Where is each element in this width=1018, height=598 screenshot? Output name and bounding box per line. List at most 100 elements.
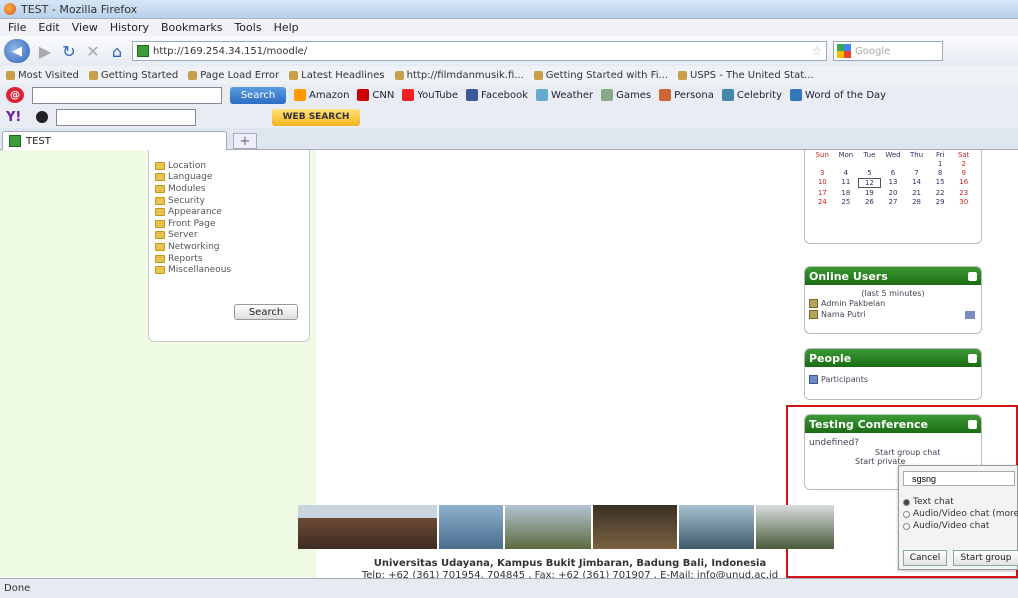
menu-edit[interactable]: Edit — [38, 21, 59, 34]
back-button[interactable]: ◀ — [4, 39, 30, 63]
menu-bookmarks[interactable]: Bookmarks — [161, 21, 222, 34]
calendar-date[interactable]: 29 — [929, 198, 952, 206]
calendar-date[interactable]: 28 — [905, 198, 928, 206]
reload-button[interactable]: ↻ — [60, 42, 78, 61]
message-icon[interactable] — [965, 310, 975, 319]
bookmark-item[interactable]: Page Load Error — [188, 70, 279, 81]
admin-item-networking[interactable]: Networking — [155, 241, 231, 253]
menu-help[interactable]: Help — [274, 21, 299, 34]
calendar-date[interactable]: 20 — [882, 189, 905, 197]
yahoo-logo-icon: Y! — [6, 110, 22, 125]
calendar-date[interactable]: 21 — [905, 189, 928, 197]
forward-button[interactable]: ▶ — [36, 42, 54, 61]
user-row[interactable]: Admin Pakbelan — [805, 298, 981, 309]
toolbar-item-games[interactable]: Games — [601, 89, 651, 101]
calendar-date[interactable]: 26 — [858, 198, 881, 206]
toolbar-item-word-of-day[interactable]: Word of the Day — [790, 89, 886, 101]
toolbar-item-amazon[interactable]: Amazon — [294, 89, 349, 101]
toolbar-item-facebook[interactable]: Facebook — [466, 89, 528, 101]
bookmark-star-icon[interactable]: ☆ — [811, 44, 822, 58]
calendar-date[interactable]: 3 — [811, 169, 834, 177]
bookmark-item[interactable]: Getting Started with Fi... — [533, 70, 668, 81]
calendar-day-header: Sun — [815, 151, 829, 159]
calendar-date[interactable]: 15 — [929, 178, 952, 188]
calendar-date[interactable]: 16 — [952, 178, 975, 188]
ask-search-button[interactable]: Search — [230, 86, 286, 104]
menu-view[interactable]: View — [72, 21, 98, 34]
option-text-chat[interactable]: Text chat — [903, 496, 1018, 508]
menu-tools[interactable]: Tools — [234, 21, 261, 34]
online-users-block: Online Users (last 5 minutes) Admin Pakb… — [804, 266, 982, 334]
calendar-date[interactable]: 22 — [929, 189, 952, 197]
calendar-date[interactable]: 30 — [952, 198, 975, 206]
admin-item-security[interactable]: Security — [155, 195, 231, 207]
bookmark-item[interactable]: Getting Started — [88, 70, 178, 81]
calendar-date[interactable]: 10 — [811, 178, 834, 188]
admin-item-miscellaneous[interactable]: Miscellaneous — [155, 264, 231, 276]
admin-item-modules[interactable]: Modules — [155, 183, 231, 195]
calendar-date[interactable]: 5 — [858, 169, 881, 177]
toolbar-item-weather[interactable]: Weather — [536, 89, 593, 101]
bookmark-item[interactable]: http://filmdanmusik.fi... — [394, 70, 524, 81]
calendar-date[interactable]: 17 — [811, 189, 834, 197]
web-search-button[interactable]: WEB SEARCH — [272, 108, 360, 126]
title-bar: TEST - Mozilla Firefox — [0, 0, 1018, 19]
admin-item-appearance[interactable]: Appearance — [155, 206, 231, 218]
toolbar-item-youtube[interactable]: YouTube — [402, 89, 458, 101]
calendar-date[interactable]: 8 — [929, 169, 952, 177]
bookmark-item[interactable]: USPS - The United Stat... — [678, 70, 814, 81]
user-row[interactable]: Nama Putri — [805, 309, 981, 320]
hide-block-icon[interactable] — [968, 271, 977, 281]
calendar-date[interactable]: 25 — [835, 198, 858, 206]
stop-button[interactable]: ✕ — [84, 42, 102, 61]
calendar-date[interactable]: 13 — [882, 178, 905, 188]
toolbar-item-celebrity[interactable]: Celebrity — [721, 89, 782, 101]
bookmark-item[interactable]: Latest Headlines — [289, 70, 385, 81]
admin-item-location[interactable]: Location — [155, 160, 231, 172]
tab-label: TEST — [26, 135, 51, 147]
calendar-date[interactable]: 1 — [929, 160, 952, 168]
calendar-date[interactable]: 12 — [858, 178, 881, 188]
bookmark-icon — [394, 70, 404, 80]
toolbar-item-persona[interactable]: Persona — [659, 89, 714, 101]
tab-test[interactable]: TEST — [2, 131, 227, 150]
bookmarks-toolbar: Most Visited Getting Started Page Load E… — [0, 66, 1018, 84]
option-av-more[interactable]: Audio/Video chat (more) — [903, 508, 1018, 520]
yahoo-search-input[interactable] — [56, 108, 196, 126]
ask-toolbar: @ Search Amazon CNN YouTube Facebook Wea… — [0, 84, 1018, 106]
ask-search-input[interactable] — [32, 86, 222, 104]
menu-history[interactable]: History — [110, 21, 149, 34]
calendar-date[interactable]: 24 — [811, 198, 834, 206]
calendar-date[interactable]: 14 — [905, 178, 928, 188]
folder-icon — [155, 196, 165, 205]
calendar-date[interactable]: 11 — [835, 178, 858, 188]
admin-item-reports[interactable]: Reports — [155, 253, 231, 265]
chat-topic-input[interactable] — [903, 471, 1015, 486]
calendar-date[interactable]: 9 — [952, 169, 975, 177]
bookmark-item[interactable]: Most Visited — [6, 70, 79, 81]
menu-file[interactable]: File — [8, 21, 26, 34]
option-av-chat[interactable]: Audio/Video chat — [903, 520, 1018, 532]
calendar-date[interactable]: 7 — [905, 169, 928, 177]
calendar-date[interactable]: 2 — [952, 160, 975, 168]
calendar-date[interactable]: 6 — [882, 169, 905, 177]
home-button[interactable]: ⌂ — [108, 42, 126, 61]
calendar-date[interactable]: 18 — [835, 189, 858, 197]
calendar-date[interactable]: 23 — [952, 189, 975, 197]
admin-item-server[interactable]: Server — [155, 230, 231, 242]
calendar-date[interactable]: 19 — [858, 189, 881, 197]
admin-item-language[interactable]: Language — [155, 172, 231, 184]
admin-item-front-page[interactable]: Front Page — [155, 218, 231, 230]
search-box[interactable]: Google — [833, 41, 943, 61]
hide-block-icon[interactable] — [968, 353, 977, 363]
address-bar[interactable]: http://169.254.34.151/moodle/ ☆ — [132, 41, 827, 61]
start-group-button[interactable]: Start group — [953, 550, 1018, 566]
participants-link[interactable]: Participants — [805, 373, 981, 385]
toolbar-menu-icon[interactable] — [36, 111, 48, 123]
admin-search-button[interactable]: Search — [234, 304, 298, 320]
calendar-date[interactable]: 4 — [835, 169, 858, 177]
new-tab-button[interactable]: + — [233, 133, 257, 149]
cancel-button[interactable]: Cancel — [903, 550, 947, 566]
toolbar-item-cnn[interactable]: CNN — [357, 89, 394, 101]
calendar-date[interactable]: 27 — [882, 198, 905, 206]
